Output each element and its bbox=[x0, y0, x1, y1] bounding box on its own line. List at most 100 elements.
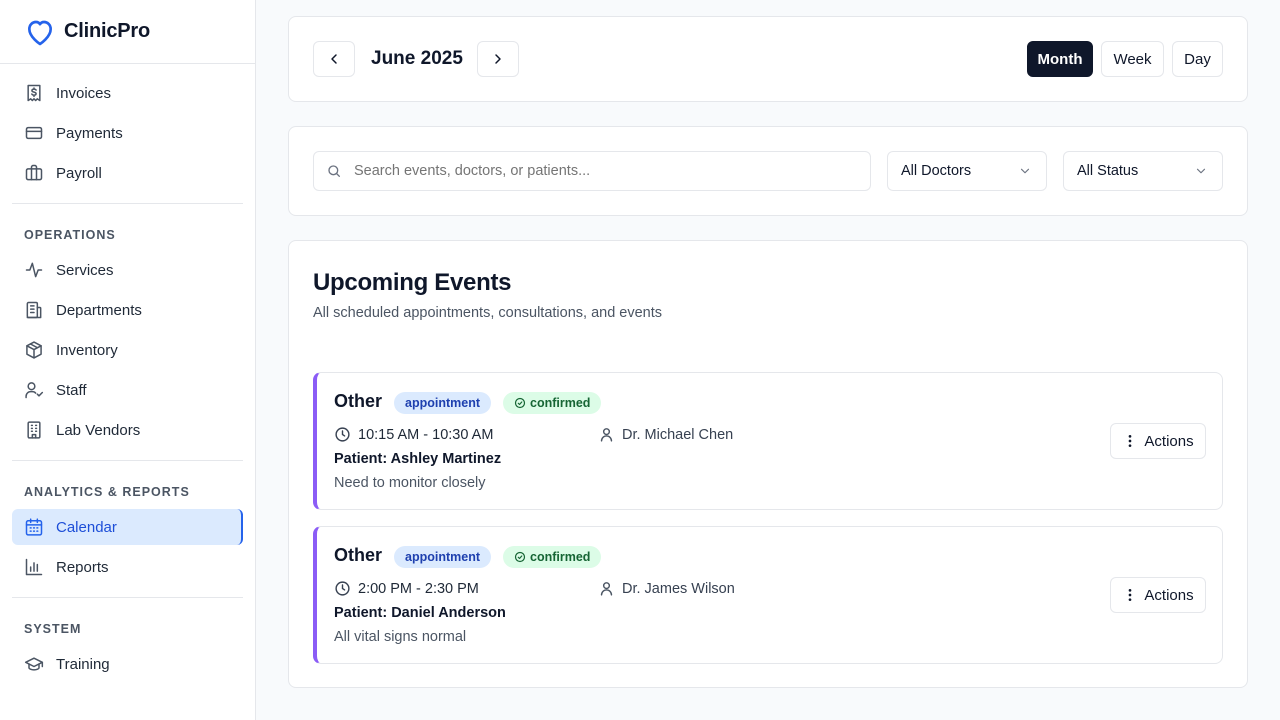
view-week-button[interactable]: Week bbox=[1101, 41, 1164, 77]
sidebar-item-training[interactable]: Training bbox=[12, 646, 243, 682]
filters-bar: All Doctors All Status bbox=[288, 126, 1248, 216]
event-title: Other bbox=[334, 545, 383, 565]
event-time-text: 10:15 AM - 10:30 AM bbox=[358, 426, 494, 443]
brand-name: ClinicPro bbox=[64, 20, 150, 42]
user-check-icon bbox=[24, 380, 44, 400]
graduation-cap-icon bbox=[24, 654, 44, 674]
event-note: Need to monitor closely bbox=[334, 475, 486, 491]
sidebar: ClinicPro Invoices Payments Payroll OPER… bbox=[0, 0, 256, 720]
event-doctor-name: Dr. Michael Chen bbox=[622, 426, 734, 443]
event-doctor-name: Dr. James Wilson bbox=[622, 580, 735, 597]
office-building-icon bbox=[24, 420, 44, 440]
panel-subtitle: All scheduled appointments, consultation… bbox=[313, 305, 663, 321]
nav-section-system: SYSTEM Training bbox=[0, 598, 255, 682]
doctor-filter-value: All Doctors bbox=[901, 163, 972, 179]
sidebar-item-payments[interactable]: Payments bbox=[12, 115, 243, 151]
event-time: 2:00 PM - 2:30 PM bbox=[334, 580, 479, 597]
chevron-left-icon bbox=[331, 54, 337, 64]
event-type-badge: appointment bbox=[394, 392, 491, 414]
heart-icon bbox=[28, 20, 52, 45]
event-title: Other bbox=[334, 391, 383, 411]
status-filter-select[interactable]: All Status bbox=[1063, 151, 1223, 191]
sidebar-item-label: Reports bbox=[56, 558, 109, 576]
patient-prefix: Patient: bbox=[334, 451, 391, 467]
event-doctor: Dr. James Wilson bbox=[598, 580, 735, 597]
search-input[interactable] bbox=[354, 163, 854, 179]
event-badges: appointment confirmed bbox=[394, 546, 602, 568]
sidebar-item-payroll[interactable]: Payroll bbox=[12, 155, 243, 191]
actions-label: Actions bbox=[1144, 586, 1194, 604]
activity-icon bbox=[24, 260, 44, 280]
sidebar-item-staff[interactable]: Staff bbox=[12, 372, 243, 408]
bar-chart-icon bbox=[24, 557, 44, 577]
sidebar-item-label: Invoices bbox=[56, 84, 112, 102]
nav-section-operations: OPERATIONS Services Departments Inventor… bbox=[0, 204, 255, 460]
event-actions-button[interactable]: Actions bbox=[1110, 423, 1206, 459]
event-type-badge: appointment bbox=[394, 546, 491, 568]
briefcase-icon bbox=[24, 163, 44, 183]
sidebar-item-departments[interactable]: Departments bbox=[12, 292, 243, 328]
package-icon bbox=[24, 340, 44, 360]
view-month-button[interactable]: Month bbox=[1027, 41, 1093, 77]
receipt-dollar-icon bbox=[24, 83, 44, 103]
search-box[interactable] bbox=[313, 151, 871, 191]
event-status-label: confirmed bbox=[530, 396, 591, 410]
event-patient: Patient: Ashley Martinez bbox=[334, 451, 501, 467]
sidebar-item-label: Payroll bbox=[56, 164, 102, 182]
chevron-down-icon bbox=[1196, 168, 1206, 174]
sidebar-item-label: Inventory bbox=[56, 341, 118, 359]
clock-icon bbox=[335, 427, 350, 442]
chevron-right-icon bbox=[495, 54, 501, 64]
event-time-text: 2:00 PM - 2:30 PM bbox=[358, 580, 479, 597]
doctor-filter-select[interactable]: All Doctors bbox=[887, 151, 1047, 191]
sidebar-item-label: Training bbox=[56, 655, 110, 673]
event-note: All vital signs normal bbox=[334, 629, 467, 645]
section-title: SYSTEM bbox=[24, 622, 82, 636]
actions-label: Actions bbox=[1144, 432, 1194, 450]
event-actions-button[interactable]: Actions bbox=[1110, 577, 1206, 613]
sidebar-item-label: Staff bbox=[56, 381, 87, 399]
calendar-icon bbox=[24, 517, 44, 537]
event-status-badge: confirmed bbox=[503, 392, 602, 414]
sidebar-item-invoices[interactable]: Invoices bbox=[12, 75, 243, 111]
building-icon bbox=[24, 300, 44, 320]
event-time: 10:15 AM - 10:30 AM bbox=[334, 426, 493, 443]
event-card[interactable]: Other appointment confirmed 2:00 PM - 2:… bbox=[313, 526, 1223, 664]
next-month-button[interactable] bbox=[477, 41, 519, 77]
event-card[interactable]: Other appointment confirmed 10:15 AM - 1… bbox=[313, 372, 1223, 510]
search-icon bbox=[328, 165, 340, 177]
event-status-label: confirmed bbox=[530, 550, 591, 564]
event-status-badge: confirmed bbox=[503, 546, 602, 568]
sidebar-item-lab-vendors[interactable]: Lab Vendors bbox=[12, 412, 243, 448]
prev-month-button[interactable] bbox=[313, 41, 355, 77]
view-day-button[interactable]: Day bbox=[1172, 41, 1223, 77]
sidebar-item-reports[interactable]: Reports bbox=[12, 549, 243, 585]
panel-title: Upcoming Events bbox=[313, 269, 512, 296]
section-title: OPERATIONS bbox=[24, 228, 116, 242]
check-circle-icon bbox=[514, 551, 526, 563]
sidebar-item-label: Lab Vendors bbox=[56, 421, 141, 439]
sidebar-item-label: Calendar bbox=[56, 518, 117, 536]
credit-card-icon bbox=[24, 123, 44, 143]
event-badges: appointment confirmed bbox=[394, 392, 602, 414]
sidebar-item-inventory[interactable]: Inventory bbox=[12, 332, 243, 368]
event-doctor: Dr. Michael Chen bbox=[598, 426, 733, 443]
user-icon bbox=[600, 428, 613, 442]
section-title: ANALYTICS & REPORTS bbox=[24, 485, 190, 499]
patient-name: Daniel Anderson bbox=[391, 605, 506, 621]
nav-billing: Invoices Payments Payroll bbox=[0, 64, 255, 203]
more-vertical-icon bbox=[1129, 589, 1132, 601]
nav-section-analytics: ANALYTICS & REPORTS Calendar Reports bbox=[0, 461, 255, 597]
user-icon bbox=[600, 582, 613, 596]
patient-prefix: Patient: bbox=[334, 605, 392, 621]
calendar-header: June 2025 Month Week Day bbox=[288, 16, 1248, 102]
sidebar-item-label: Services bbox=[56, 261, 114, 279]
sidebar-item-label: Payments bbox=[56, 124, 123, 142]
event-patient: Patient: Daniel Anderson bbox=[334, 605, 506, 621]
status-filter-value: All Status bbox=[1077, 163, 1139, 179]
sidebar-item-services[interactable]: Services bbox=[12, 252, 243, 288]
sidebar-item-calendar[interactable]: Calendar bbox=[12, 509, 243, 545]
check-circle-icon bbox=[514, 397, 526, 409]
sidebar-item-label: Departments bbox=[56, 301, 142, 319]
brand[interactable]: ClinicPro bbox=[0, 0, 255, 64]
